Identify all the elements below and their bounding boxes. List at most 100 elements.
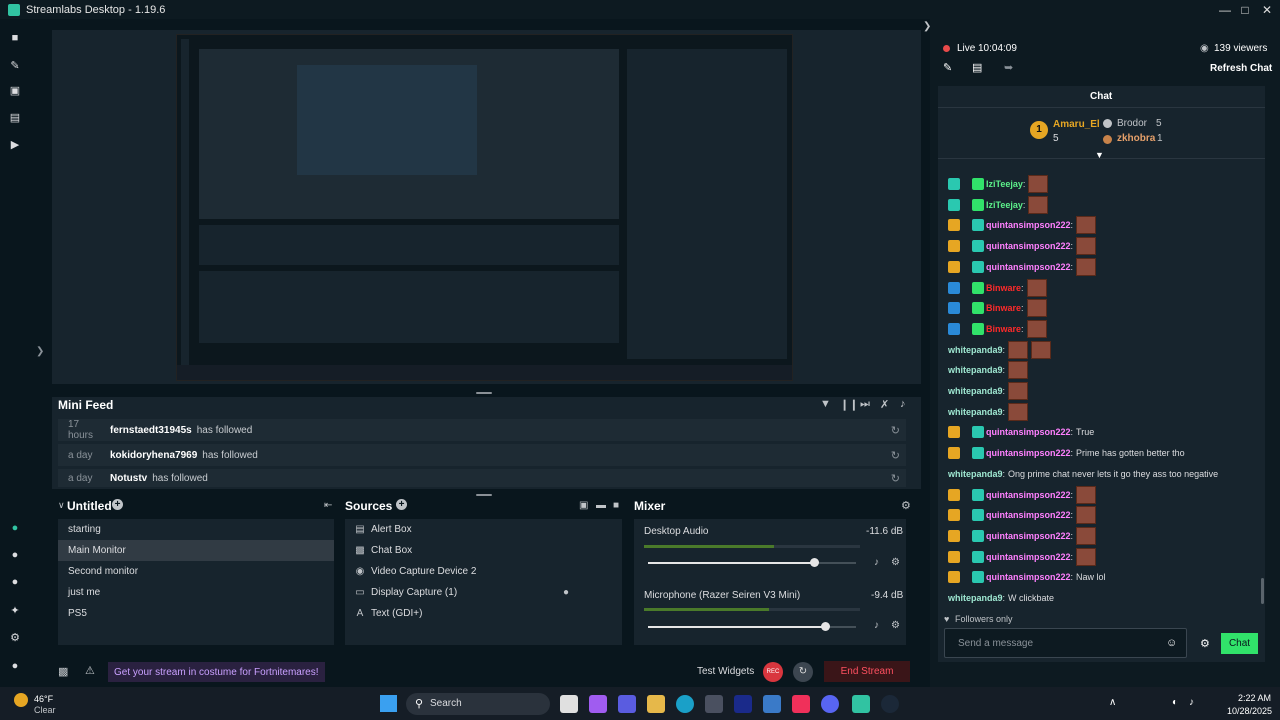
replay-buffer-icon[interactable]: ↻	[793, 662, 813, 682]
source-group-icon[interactable]: ▬	[596, 500, 606, 511]
layout-icon[interactable]: ●	[8, 548, 22, 562]
taskbar-search[interactable]: ⚲ Search	[406, 693, 550, 715]
emote-picker-icon[interactable]: ☺	[1166, 637, 1177, 649]
settings-icon[interactable]: ⚙	[8, 630, 22, 644]
notification-icon[interactable]: ⚠	[85, 664, 95, 677]
chat-username[interactable]: quintansimpson222	[986, 427, 1071, 437]
wifi-icon[interactable]: ◐	[1172, 697, 1178, 708]
source-item[interactable]: A Text (GDI+)	[345, 603, 622, 624]
collapse-chat-chevron-icon[interactable]: ❯	[923, 21, 931, 32]
chat-username[interactable]: IziTeejay	[986, 200, 1023, 210]
source-item[interactable]: ◉ Video Capture Device 2	[345, 561, 622, 582]
add-scene-icon[interactable]: +	[112, 499, 123, 510]
scene-item[interactable]: Main Monitor	[58, 540, 334, 561]
discord-icon[interactable]	[821, 695, 839, 713]
chat-username[interactable]: quintansimpson222	[986, 220, 1071, 230]
themes-icon[interactable]: ✎	[8, 58, 22, 72]
channel-settings-icon[interactable]: ⚙	[891, 620, 900, 631]
chat-username[interactable]: whitepanda9	[948, 593, 1003, 603]
channel-settings-icon[interactable]: ⚙	[891, 557, 900, 568]
chat-username[interactable]: quintansimpson222	[986, 262, 1071, 272]
feed-volume-icon[interactable]: ♪	[900, 398, 906, 410]
resize-handle[interactable]	[476, 392, 492, 394]
repeat-alert-icon[interactable]: ↻	[891, 472, 900, 485]
share-icon[interactable]: ➥	[1004, 61, 1013, 74]
refresh-chat-button[interactable]: Refresh Chat	[1210, 63, 1272, 74]
volume-slider[interactable]	[648, 558, 856, 567]
store-icon[interactable]: ▣	[8, 83, 22, 97]
studio-mode-icon[interactable]: ●	[8, 521, 22, 535]
teams-icon[interactable]	[618, 695, 636, 713]
scene-item[interactable]: PS5	[58, 603, 334, 624]
editor-icon[interactable]: ■	[8, 31, 22, 45]
close-button[interactable]: ✕	[1256, 0, 1278, 19]
chat-username[interactable]: quintansimpson222	[986, 510, 1071, 520]
chat-username[interactable]: Binware	[986, 283, 1021, 293]
mute-icon[interactable]: ♪	[874, 620, 879, 631]
stream-preview[interactable]	[52, 30, 921, 384]
chat-username[interactable]: Binware	[986, 303, 1021, 313]
start-button[interactable]	[380, 695, 397, 712]
selective-recording-icon[interactable]: ▣	[579, 500, 588, 511]
mute-icon[interactable]: ♪	[874, 557, 879, 568]
source-item[interactable]: ▩ Chat Box	[345, 540, 622, 561]
end-stream-button[interactable]: End Stream	[824, 661, 910, 682]
folder-icon[interactable]: ■	[613, 500, 619, 511]
repeat-alert-icon[interactable]: ↻	[891, 449, 900, 462]
copilot-icon[interactable]	[589, 695, 607, 713]
app-store-icon[interactable]: ▤	[8, 110, 22, 124]
chat-username[interactable]: quintansimpson222	[986, 241, 1071, 251]
chat-username[interactable]: whitepanda9	[948, 345, 1003, 355]
task-view-icon[interactable]	[560, 695, 578, 713]
chat-username[interactable]: quintansimpson222	[986, 552, 1071, 562]
launcher-icon[interactable]	[734, 695, 752, 713]
notes-icon[interactable]	[763, 695, 781, 713]
source-item[interactable]: ▭ Display Capture (1) ●	[345, 582, 622, 603]
edge-icon[interactable]	[676, 695, 694, 713]
music-icon[interactable]	[792, 695, 810, 713]
file-explorer-icon[interactable]	[647, 695, 665, 713]
scene-item[interactable]: Second monitor	[58, 561, 334, 582]
mixer-settings-icon[interactable]: ⚙	[901, 499, 911, 512]
repeat-alert-icon[interactable]: ↻	[891, 424, 900, 437]
scene-collection-title[interactable]: Untitled	[67, 499, 112, 513]
chat-username[interactable]: quintansimpson222	[986, 490, 1071, 500]
tray-chevron-icon[interactable]: ∧	[1109, 697, 1116, 708]
chat-username[interactable]: whitepanda9	[948, 365, 1003, 375]
chat-username[interactable]: whitepanda9	[948, 469, 1003, 479]
chat-username[interactable]: whitepanda9	[948, 407, 1003, 417]
promo-banner[interactable]: Get your stream in costume for Fortnitem…	[108, 662, 325, 682]
store-app-icon[interactable]	[705, 695, 723, 713]
clock-date[interactable]: 10/28/2025	[1227, 706, 1272, 716]
test-widgets-label[interactable]: Test Widgets	[697, 666, 754, 677]
scene-item[interactable]: starting	[58, 519, 334, 540]
sparkle-icon[interactable]: ✦	[8, 603, 22, 617]
chat-username[interactable]: IziTeejay	[986, 179, 1023, 189]
edit-stream-icon[interactable]: ✎	[943, 61, 952, 74]
ai-tools-icon[interactable]: ●	[8, 575, 22, 589]
streamlabs-taskbar-icon[interactable]	[852, 695, 870, 713]
play-icon[interactable]: ▶	[8, 137, 22, 151]
chat-username[interactable]: whitepanda9	[948, 386, 1003, 396]
send-chat-button[interactable]: Chat	[1221, 633, 1258, 654]
scene-item[interactable]: just me	[58, 582, 334, 603]
resize-handle[interactable]	[476, 494, 492, 496]
scene-transition-icon[interactable]: ⇤	[324, 500, 332, 511]
volume-tray-icon[interactable]: ♪	[1189, 697, 1194, 708]
maximize-button[interactable]: □	[1234, 0, 1256, 19]
clock-time[interactable]: 2:22 AM	[1238, 693, 1271, 703]
chat-scrollbar[interactable]	[1261, 578, 1264, 604]
expand-left-chevron-icon[interactable]: ❯	[36, 346, 44, 357]
feed-filter-icon[interactable]: ▼	[820, 398, 831, 410]
feed-skip-icon[interactable]: ⏭	[860, 398, 870, 411]
add-source-icon[interactable]: +	[396, 499, 407, 510]
chat-username[interactable]: quintansimpson222	[986, 448, 1071, 458]
chat-settings-icon[interactable]: ⚙	[1200, 637, 1210, 650]
minimize-button[interactable]: —	[1214, 0, 1236, 19]
chat-input[interactable]: Send a message ☺	[944, 628, 1187, 658]
steam-icon[interactable]	[881, 695, 899, 713]
rec-button[interactable]: REC	[763, 662, 783, 682]
chat-username[interactable]: quintansimpson222	[986, 572, 1071, 582]
feed-mute-icon[interactable]: ✗	[880, 398, 889, 411]
chat-username[interactable]: quintansimpson222	[986, 531, 1071, 541]
